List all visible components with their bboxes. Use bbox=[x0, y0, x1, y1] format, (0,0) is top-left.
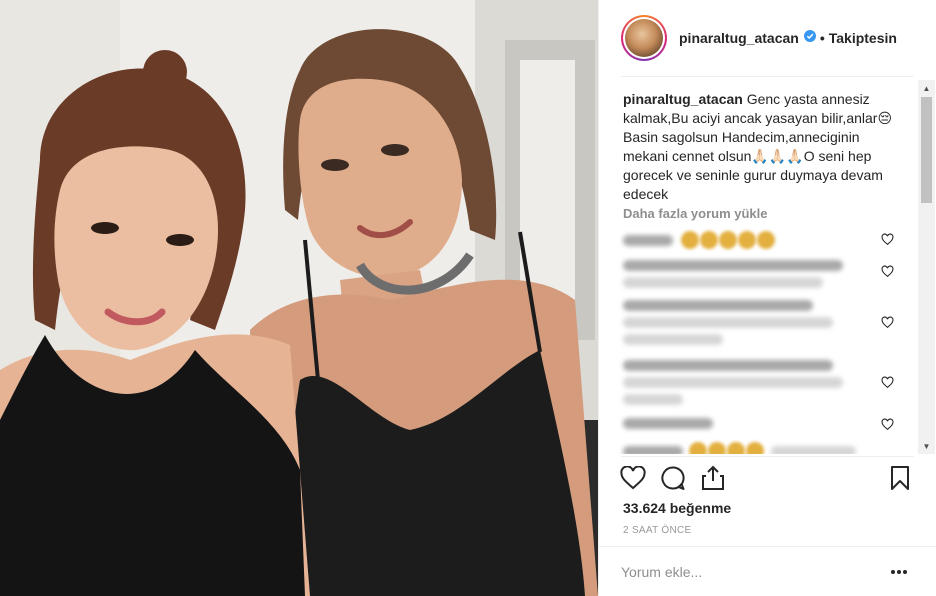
emoji-icon bbox=[708, 442, 726, 454]
comment-like-heart-icon[interactable] bbox=[881, 418, 894, 431]
emoji-icon bbox=[746, 442, 764, 454]
bookmark-icon[interactable] bbox=[886, 464, 914, 492]
comment-like-heart-icon[interactable] bbox=[881, 376, 894, 389]
like-count[interactable]: 33.624 beğenme bbox=[623, 500, 731, 516]
caption: pinaraltug_atacan Genc yasta annesiz kal… bbox=[623, 90, 893, 204]
ellipsis-icon[interactable] bbox=[887, 562, 911, 582]
post-header: pinaraltug_atacan • Takiptesin bbox=[599, 0, 936, 76]
avatar-image bbox=[625, 19, 663, 57]
emoji-icon bbox=[719, 231, 737, 249]
username-link[interactable]: pinaraltug_atacan bbox=[679, 30, 799, 46]
emoji-icon bbox=[727, 442, 745, 454]
comment-bubble-icon[interactable] bbox=[659, 464, 687, 492]
comment-like-heart-icon[interactable] bbox=[881, 233, 894, 246]
caption-text: Genc yasta annesiz kalmak,Bu aciyi ancak… bbox=[623, 91, 893, 202]
load-more-comments-button[interactable]: Daha fazla yorum yükle bbox=[623, 206, 768, 221]
comments-list[interactable]: pinaraltug_atacan Genc yasta annesiz kal… bbox=[599, 80, 936, 454]
emoji-icon bbox=[689, 442, 707, 454]
comments-scrollbar[interactable]: ▲ ▼ bbox=[918, 80, 935, 454]
verified-badge-icon bbox=[803, 29, 816, 47]
caption-username[interactable]: pinaraltug_atacan bbox=[623, 91, 743, 107]
following-button[interactable]: Takiptesin bbox=[829, 30, 897, 46]
scroll-up-arrow-icon[interactable]: ▲ bbox=[918, 80, 935, 96]
post-photo-illustration bbox=[0, 0, 598, 596]
scrollbar-thumb[interactable] bbox=[921, 97, 932, 203]
comments-divider bbox=[621, 456, 914, 457]
comment-like-heart-icon[interactable] bbox=[881, 316, 894, 329]
comment-like-heart-icon[interactable] bbox=[881, 265, 894, 278]
emoji-icon bbox=[757, 231, 775, 249]
separator-dot: • bbox=[819, 30, 825, 46]
emoji-icon bbox=[681, 231, 699, 249]
post-sidebar: pinaraltug_atacan • Takiptesin pinaraltu… bbox=[598, 0, 936, 596]
post-photo[interactable] bbox=[0, 0, 598, 596]
add-comment-bar bbox=[599, 546, 936, 596]
emoji-icon bbox=[738, 231, 756, 249]
heart-icon[interactable] bbox=[619, 464, 647, 492]
emoji-icon bbox=[700, 231, 718, 249]
post-timestamp[interactable]: 2 SAAT ÖNCE bbox=[623, 525, 692, 536]
action-bar bbox=[599, 462, 936, 498]
comment-input[interactable] bbox=[621, 561, 871, 583]
share-icon[interactable] bbox=[699, 464, 727, 492]
header-divider bbox=[621, 76, 914, 77]
avatar[interactable] bbox=[621, 15, 667, 61]
scroll-down-arrow-icon[interactable]: ▼ bbox=[918, 438, 935, 454]
